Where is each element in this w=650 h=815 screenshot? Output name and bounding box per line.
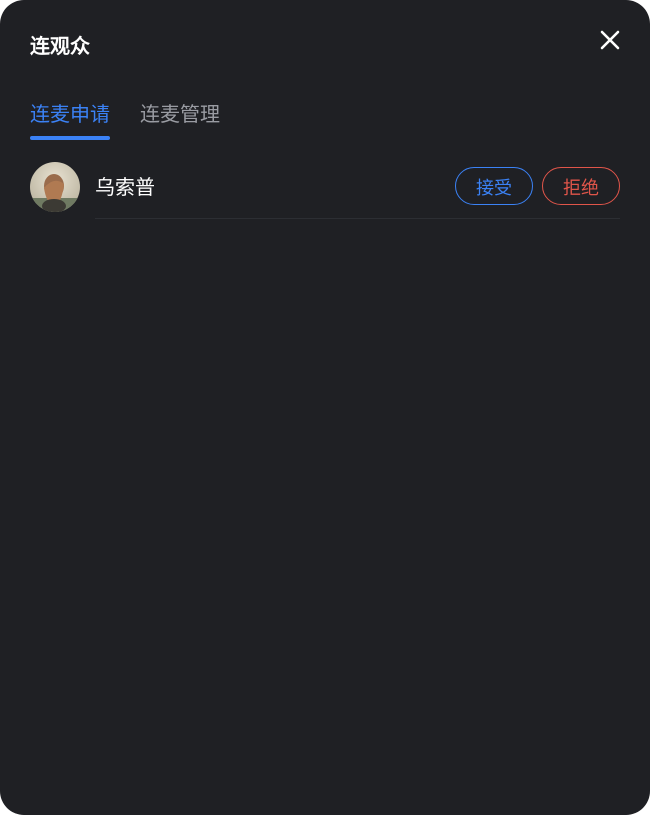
tab-mic-requests[interactable]: 连麦申请 [30,100,110,140]
tab-mic-management[interactable]: 连麦管理 [140,100,220,140]
row-divider [95,218,620,219]
avatar[interactable] [30,162,80,212]
dialog-title: 连观众 [30,34,90,58]
tab-label: 连麦管理 [140,102,220,126]
requester-name: 乌索普 [95,175,155,199]
tab-label: 连麦申请 [30,102,110,126]
request-list-item: 乌索普 接受 拒绝 [30,162,620,219]
tab-bar: 连麦申请 连麦管理 [30,100,220,140]
co-host-dialog: 连观众 连麦申请 连麦管理 乌索普 接受 拒绝 [0,0,650,815]
reject-button[interactable]: 拒绝 [542,167,620,205]
active-tab-indicator [30,136,110,140]
close-icon[interactable] [598,28,622,52]
accept-button[interactable]: 接受 [455,167,533,205]
